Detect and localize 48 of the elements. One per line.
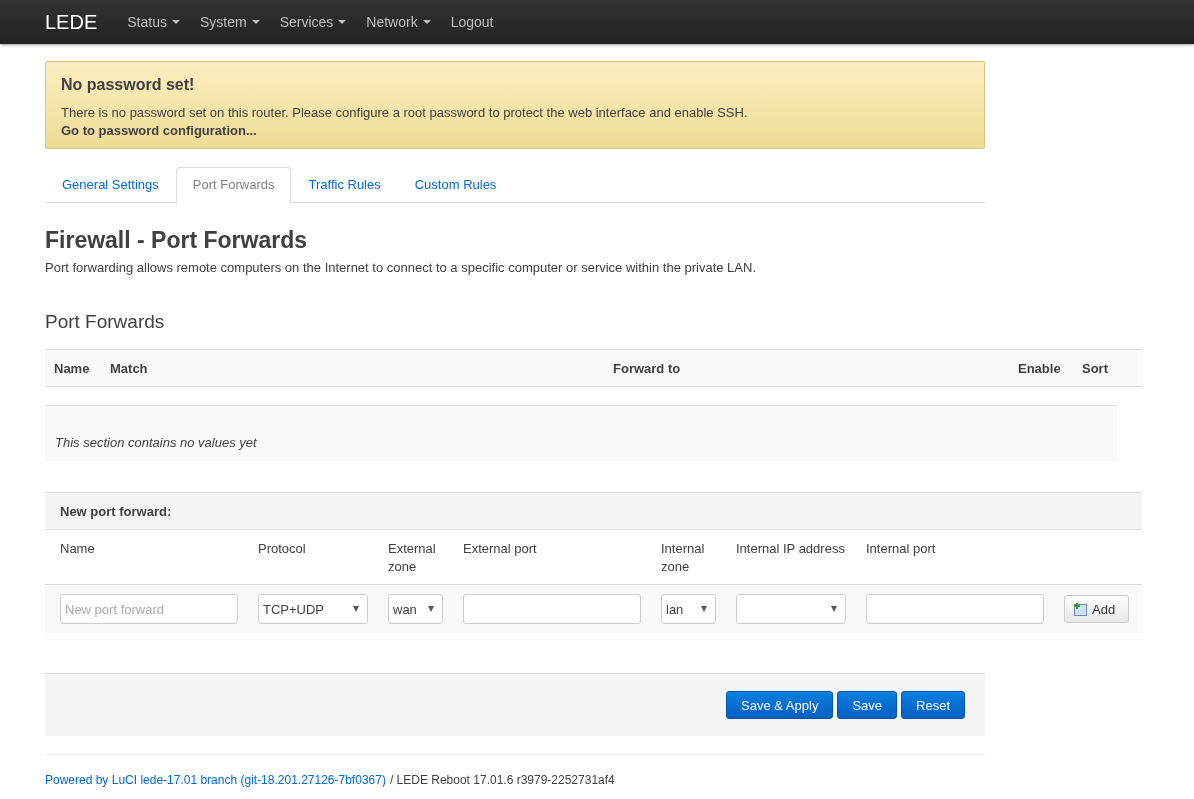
tab[interactable]: General Settings bbox=[45, 167, 176, 202]
field-label: Internal IP address bbox=[736, 540, 846, 558]
field-label: External zone bbox=[388, 540, 437, 576]
empty-message: This section contains no values yet bbox=[54, 435, 257, 452]
dropdown-arrow-icon bbox=[428, 606, 434, 612]
brand-logo[interactable]: LEDE bbox=[45, 10, 98, 34]
action-button[interactable]: Save & Apply bbox=[726, 691, 834, 719]
input-field[interactable] bbox=[866, 594, 1044, 624]
column-header: Enable bbox=[1018, 360, 1061, 376]
nav-menu-item[interactable]: Status bbox=[127, 14, 180, 30]
tab[interactable]: Traffic Rules bbox=[291, 167, 398, 202]
column-header: Forward to bbox=[613, 360, 681, 376]
luci-version-link[interactable]: Powered by LuCI lede-17.01 branch (git-18.201.27126-7bf0367) bbox=[45, 773, 386, 787]
firmware-version: / LEDE Reboot 17.01.6 r3979-2252731af4 bbox=[389, 773, 615, 787]
dropdown-arrow-icon bbox=[353, 606, 359, 612]
nav-menu-item[interactable]: System bbox=[199, 14, 260, 30]
password-config-link[interactable]: Go to password configuration... bbox=[61, 122, 969, 140]
new-forward-title: New port forward: bbox=[60, 503, 172, 519]
action-button[interactable]: Reset bbox=[901, 691, 965, 719]
page-description: Port forwarding allows remote computers on the Internet to connect to a specific computer or service within the private LAN. bbox=[45, 260, 757, 275]
field-label: Protocol bbox=[258, 540, 307, 558]
page-title: Firewall - Port Forwards bbox=[45, 227, 308, 254]
input-field[interactable]: New port forward bbox=[60, 594, 238, 624]
select-dropdown[interactable]: lan bbox=[661, 594, 716, 624]
field-label: External port bbox=[463, 540, 538, 558]
section-title: Port Forwards bbox=[45, 311, 166, 333]
nav-menu-item[interactable]: Logout bbox=[450, 14, 494, 30]
column-header: Match bbox=[110, 360, 148, 376]
field-label: Internal zone bbox=[661, 540, 706, 576]
alert-message: There is no password set on this router. Please configure a root password to protect the web interface and enable SSH. bbox=[61, 104, 749, 122]
add-icon bbox=[1073, 601, 1088, 617]
tab[interactable]: Port Forwards bbox=[175, 167, 292, 204]
alert-title: No password set! bbox=[61, 76, 196, 94]
action-button[interactable]: Save bbox=[837, 691, 898, 719]
select-dropdown[interactable] bbox=[736, 594, 846, 624]
column-header: Name bbox=[54, 360, 90, 376]
add-button[interactable]: Add bbox=[1064, 595, 1130, 623]
dropdown-arrow-icon bbox=[701, 606, 707, 612]
nav-menu-item[interactable]: Network bbox=[366, 14, 431, 30]
field-label: Internal port bbox=[866, 540, 937, 558]
select-dropdown[interactable]: wan bbox=[388, 594, 443, 624]
select-dropdown[interactable]: TCP+UDP bbox=[258, 594, 368, 624]
tab[interactable]: Custom Rules bbox=[397, 167, 514, 202]
dropdown-arrow-icon bbox=[831, 606, 837, 612]
input-field[interactable] bbox=[463, 594, 641, 624]
nav-menu-item[interactable]: Services bbox=[279, 14, 347, 30]
column-header: Sort bbox=[1082, 360, 1108, 376]
field-label: Name bbox=[60, 540, 96, 558]
